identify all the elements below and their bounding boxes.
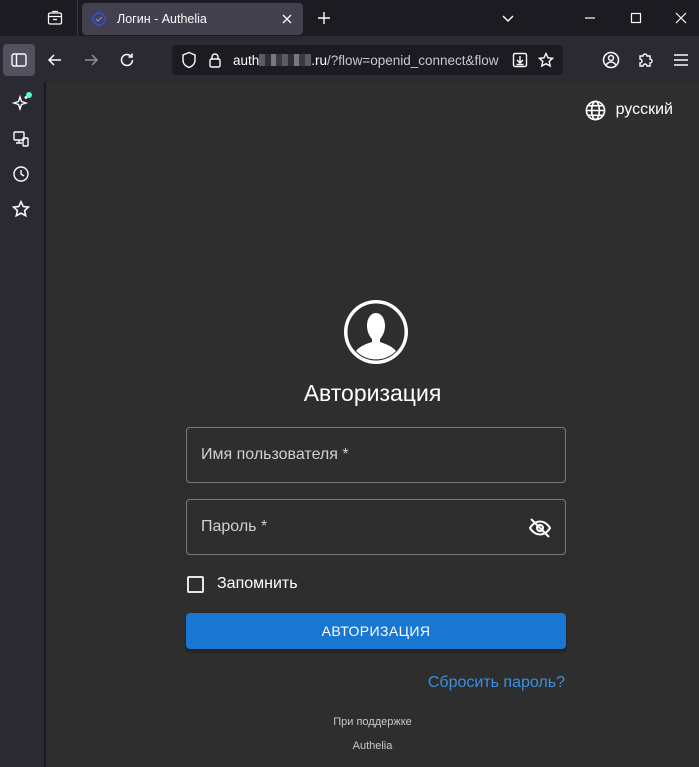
- globe-icon: [585, 99, 607, 121]
- forward-arrow-icon[interactable]: [76, 44, 106, 76]
- powered-by-brand[interactable]: Authelia: [46, 740, 699, 752]
- maximize-icon[interactable]: [618, 4, 654, 32]
- remember-label: Запомнить: [217, 575, 298, 592]
- page-title: Авторизация: [303, 380, 442, 406]
- reset-password-link[interactable]: Сбросить пароль?: [428, 674, 565, 692]
- lock-icon[interactable]: [207, 51, 223, 69]
- hamburger-menu-icon[interactable]: [666, 44, 696, 76]
- bookmark-star-icon[interactable]: [537, 51, 555, 69]
- url-text[interactable]: auth .ru/?flow=openid_connect&flow: [233, 53, 503, 68]
- authelia-favicon-icon: [91, 11, 107, 27]
- tab-active[interactable]: Логин - Authelia: [82, 3, 303, 35]
- shield-icon[interactable]: [180, 51, 198, 69]
- tab-separator: [77, 0, 78, 36]
- remember-me[interactable]: Запомнить: [187, 575, 298, 593]
- extensions-puzzle-icon[interactable]: [631, 44, 661, 76]
- login-page: русский Авторизация Имя пользователя * П…: [46, 82, 699, 767]
- language-selector[interactable]: русский: [585, 99, 673, 121]
- save-to-pocket-icon[interactable]: [511, 51, 529, 69]
- login-button[interactable]: АВТОРИЗАЦИЯ: [186, 613, 566, 649]
- powered-by-text: При поддержке: [333, 716, 412, 728]
- password-field[interactable]: Пароль *: [186, 499, 566, 555]
- redacted-host-segment: [259, 53, 312, 66]
- account-icon[interactable]: [596, 44, 626, 76]
- new-tab-icon[interactable]: [310, 4, 338, 32]
- remember-checkbox[interactable]: [187, 575, 204, 593]
- notification-dot: [26, 92, 32, 98]
- bookmarks-star-icon[interactable]: [6, 194, 36, 224]
- user-avatar-icon: [344, 300, 408, 364]
- back-arrow-icon[interactable]: [40, 44, 70, 76]
- tab-title: Логин - Authelia: [117, 12, 207, 26]
- password-label: Пароль *: [201, 518, 268, 535]
- navigation-toolbar: auth .ru/?flow=openid_connect&flow: [0, 36, 699, 82]
- address-bar[interactable]: auth .ru/?flow=openid_connect&flow: [172, 45, 563, 75]
- minimize-icon[interactable]: [572, 4, 608, 32]
- sidebar-toggle-icon[interactable]: [3, 44, 35, 76]
- eye-off-icon[interactable]: [527, 515, 553, 541]
- language-label: русский: [615, 101, 673, 118]
- browser-sidebar: [0, 82, 45, 767]
- chevron-down-icon[interactable]: [494, 4, 522, 32]
- reload-icon[interactable]: [112, 44, 142, 76]
- username-field[interactable]: Имя пользователя *: [186, 427, 566, 483]
- synced-tabs-icon[interactable]: [6, 124, 36, 154]
- tab-close-icon[interactable]: [277, 9, 297, 29]
- ai-chatbot-sparkle-icon[interactable]: [6, 88, 36, 118]
- firefox-view-icon[interactable]: [38, 4, 72, 32]
- username-label: Имя пользователя *: [201, 446, 349, 463]
- window-close-icon[interactable]: [663, 4, 699, 32]
- tab-strip: Логин - Authelia: [0, 0, 699, 36]
- history-clock-icon[interactable]: [6, 159, 36, 189]
